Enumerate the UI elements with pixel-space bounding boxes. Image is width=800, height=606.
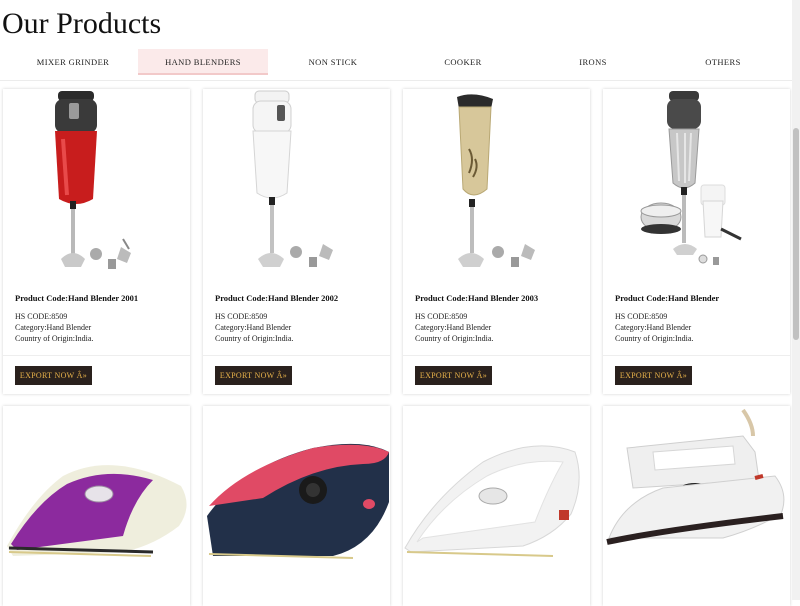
white-hand-blender-image xyxy=(203,89,390,284)
tab-others[interactable]: OTHERS xyxy=(658,49,788,75)
export-now-button[interactable]: EXPORT NOW Â» xyxy=(15,366,92,385)
product-card[interactable] xyxy=(3,406,190,606)
hs-code: HS CODE:8509 xyxy=(615,312,668,321)
hs-code: HS CODE:8509 xyxy=(215,312,268,321)
country-of-origin: Country of Origin:India. xyxy=(15,334,94,343)
category: Category:Hand Blender xyxy=(615,323,692,332)
product-card[interactable]: Product Code:Hand Blender HS CODE:8509 C… xyxy=(603,89,790,394)
product-card[interactable]: Product Code:Hand Blender 2001 HS CODE:8… xyxy=(3,89,190,394)
pink-navy-iron-image xyxy=(203,406,390,601)
product-code: Product Code:Hand Blender 2001 xyxy=(15,293,139,303)
purple-iron-image xyxy=(3,406,190,601)
black-white-iron-image xyxy=(603,406,790,601)
country-of-origin: Country of Origin:India. xyxy=(615,334,694,343)
card-divider xyxy=(603,355,790,356)
export-now-button[interactable]: EXPORT NOW Â» xyxy=(215,366,292,385)
category: Category:Hand Blender xyxy=(15,323,92,332)
steel-hand-blender-set-image xyxy=(603,89,790,284)
category: Category:Hand Blender xyxy=(415,323,492,332)
red-hand-blender-image xyxy=(3,89,190,284)
product-code: Product Code:Hand Blender xyxy=(615,293,720,303)
product-code: Product Code:Hand Blender 2002 xyxy=(215,293,339,303)
product-card[interactable] xyxy=(603,406,790,606)
product-card[interactable] xyxy=(203,406,390,606)
product-card[interactable]: Product Code:Hand Blender 2003 HS CODE:8… xyxy=(403,89,590,394)
hs-code: HS CODE:8509 xyxy=(15,312,68,321)
scrollbar-thumb[interactable] xyxy=(793,128,799,340)
product-code: Product Code:Hand Blender 2003 xyxy=(415,293,539,303)
tab-mixer-grinder[interactable]: MIXER GRINDER xyxy=(8,49,138,75)
category: Category:Hand Blender xyxy=(215,323,292,332)
tab-irons[interactable]: IRONS xyxy=(528,49,658,75)
tabs-divider xyxy=(0,80,794,81)
page-scrollbar[interactable] xyxy=(792,0,800,600)
card-divider xyxy=(403,355,590,356)
tab-non-stick[interactable]: NON STICK xyxy=(268,49,398,75)
white-iron-image xyxy=(403,406,590,601)
export-now-button[interactable]: EXPORT NOW Â» xyxy=(615,366,692,385)
country-of-origin: Country of Origin:India. xyxy=(215,334,294,343)
product-card[interactable]: Product Code:Hand Blender 2002 HS CODE:8… xyxy=(203,89,390,394)
card-divider xyxy=(3,355,190,356)
category-tabs: MIXER GRINDER HAND BLENDERS NON STICK CO… xyxy=(8,49,788,75)
product-card[interactable] xyxy=(403,406,590,606)
hs-code: HS CODE:8509 xyxy=(415,312,468,321)
card-divider xyxy=(203,355,390,356)
tab-hand-blenders[interactable]: HAND BLENDERS xyxy=(138,49,268,75)
tab-cooker[interactable]: COOKER xyxy=(398,49,528,75)
export-now-button[interactable]: EXPORT NOW Â» xyxy=(415,366,492,385)
page-title: Our Products xyxy=(2,7,162,40)
country-of-origin: Country of Origin:India. xyxy=(415,334,494,343)
gold-hand-blender-image xyxy=(403,89,590,284)
